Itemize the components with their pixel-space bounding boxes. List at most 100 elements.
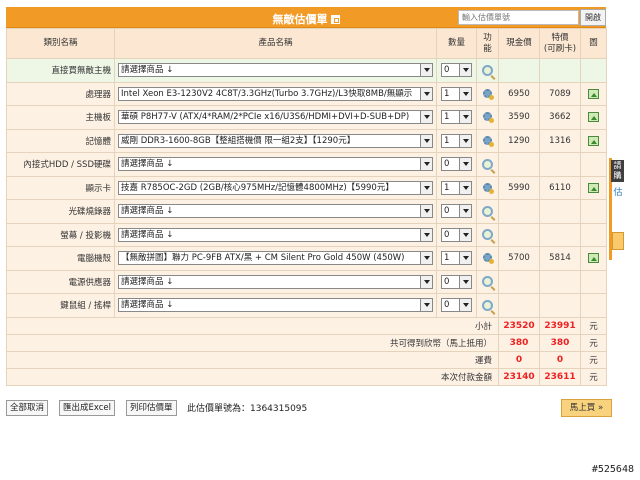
chevron-down-icon [420,64,432,77]
category-cell: 處理器 [6,81,115,106]
product-select[interactable]: 【無敵拼圖】聯力 PC-9FB ATX/黑 + CM Silent Pro Go… [118,251,433,266]
chevron-down-icon [420,205,432,218]
quantity-value: 1 [444,253,450,264]
image-icon[interactable] [588,182,599,193]
image-cell [580,58,607,83]
summary-cash: 23520 [498,316,540,335]
special-price-cell: 5814 [539,246,581,271]
qty-cell: 1 [436,105,477,130]
print-quote-button[interactable]: 列印估價單 [126,400,177,416]
quantity-select[interactable]: 1 [441,86,472,101]
quantity-select[interactable]: 0 [441,274,472,289]
table-row: 主機板 華碩 P8H77-V (ATX/4*RAM/2*PCIe x16/U3S6… [6,105,607,130]
image-icon[interactable] [588,112,599,122]
chevron-down-icon [420,228,432,241]
search-icon[interactable] [482,64,493,76]
special-price: 6110 [549,182,571,193]
product-select[interactable]: 請選擇商品 ↓ [118,298,433,313]
product-select[interactable]: 華碩 P8H77-V (ATX/4*RAM/2*PCIe x16/U3S6/HD… [118,110,433,125]
image-cell [580,293,607,318]
table-row: 記憶體 威剛 DDR3-1600-8GB【整組搭機價 限一組2支】【1290元】 1… [6,128,607,153]
product-select[interactable]: 請選擇商品 ↓ [118,63,433,78]
chevron-down-icon [459,252,471,265]
summary-special: 0 [539,350,581,369]
search-icon[interactable] [482,158,493,170]
image-icon[interactable] [588,88,599,99]
quantity-select[interactable]: 0 [441,227,472,242]
cash-price-cell: 5700 [498,246,540,271]
special-price-cell [539,222,581,247]
chevron-down-icon [459,87,471,100]
product-select[interactable]: 請選擇商品 ↓ [118,157,433,172]
export-excel-button[interactable]: 匯出成Excel [59,400,116,416]
cash-price-cell [498,222,540,247]
product-select[interactable]: 請選擇商品 ↓ [118,274,433,289]
search-icon[interactable] [482,205,493,217]
category-label: 電腦機殼 [76,254,111,265]
product-select[interactable]: 請選擇商品 ↓ [118,204,433,219]
product-cell: 華碩 P8H77-V (ATX/4*RAM/2*PCIe x16/U3S6/HD… [114,105,437,130]
category-cell: 鍵鼠組 / 搖桿 [6,293,115,318]
qty-cell: 0 [436,293,477,318]
settings-icon[interactable] [482,135,494,147]
quantity-select[interactable]: 0 [441,157,472,172]
product-select-value: 技嘉 R785OC-2GD (2GB/核心975MHz/記憶體4800MHz)【… [121,182,394,193]
summary-label: 本次付款金額 [6,367,499,386]
chevron-down-icon [459,181,471,194]
image-icon[interactable] [588,135,599,146]
summary-special: 23611 [539,367,581,386]
table-row: 螢幕 / 投影機 請選擇商品 ↓ 0 [6,222,607,247]
summary-special: 23991 [539,316,581,335]
category-label: 鍵鼠組 / 搖桿 [60,301,111,312]
footer-bar: 全部取消 匯出成Excel 列印估價單 此估價單號為：1364315095 馬上… [6,399,612,418]
product-select-value: Intel Xeon E3-1230V2 4C8T/3.3GHz(Turbo 3… [121,88,413,99]
settings-icon[interactable] [482,252,494,265]
popup-icon[interactable] [330,15,340,24]
special-price-cell: 3662 [539,105,581,130]
quantity-select[interactable]: 1 [441,110,472,125]
cash-price: 3590 [508,112,530,123]
quantity-select[interactable]: 0 [441,63,472,78]
special-price: 3662 [549,112,571,123]
search-icon[interactable] [482,276,493,288]
buy-now-button[interactable]: 馬上買 » [561,399,612,417]
quote-number-input[interactable] [458,10,579,25]
summary-unit: 元 [580,350,607,369]
clear-all-button[interactable]: 全部取消 [6,400,49,416]
table-row: 顯示卡 技嘉 R785OC-2GD (2GB/核心975MHz/記憶體4800MH… [6,175,607,200]
summary-cash: 23140 [498,367,540,386]
product-select[interactable]: Intel Xeon E3-1230V2 4C8T/3.3GHz(Turbo 3… [118,86,433,101]
quantity-select[interactable]: 1 [441,133,472,148]
settings-icon[interactable] [482,88,494,100]
category-cell: 光碟燒錄器 [6,199,115,224]
special-price-cell [539,199,581,224]
settings-icon[interactable] [482,182,494,194]
quantity-select[interactable]: 0 [441,298,472,313]
summary-label: 小計 [6,316,499,335]
special-price-cell [539,58,581,83]
search-icon[interactable] [482,299,493,311]
product-cell: 請選擇商品 ↓ [114,269,437,294]
chevron-down-icon [420,158,432,171]
product-cell: 請選擇商品 ↓ [114,152,437,177]
quantity-select[interactable]: 1 [441,251,472,266]
quantity-select[interactable]: 0 [441,204,472,219]
open-quote-button[interactable]: 開啟 [580,9,606,26]
product-select[interactable]: 請選擇商品 ↓ [118,227,433,242]
category-cell: 直接買無敵主機 [6,58,115,83]
product-cell: 請選擇商品 ↓ [114,222,437,247]
special-price: 1316 [549,135,571,146]
special-price: 7089 [549,88,571,99]
settings-icon[interactable] [482,111,494,124]
quantity-select[interactable]: 1 [441,180,472,195]
product-select[interactable]: 技嘉 R785OC-2GD (2GB/核心975MHz/記憶體4800MHz)【… [118,180,433,195]
cash-price: 5700 [508,253,530,264]
image-icon[interactable] [588,253,599,263]
table-row: 電腦機殼 【無敵拼圖】聯力 PC-9FB ATX/黑 + CM Silent Pr… [6,246,607,271]
side-tab[interactable]: 請購 估 [609,158,624,260]
page-title-text: 無敵估價單 [272,13,328,26]
special-price-cell: 6110 [539,175,581,200]
search-icon[interactable] [482,229,493,241]
product-select[interactable]: 威剛 DDR3-1600-8GB【整組搭機價 限一組2支】【1290元】 [118,133,433,148]
col-product: 產品名稱 [114,28,437,59]
